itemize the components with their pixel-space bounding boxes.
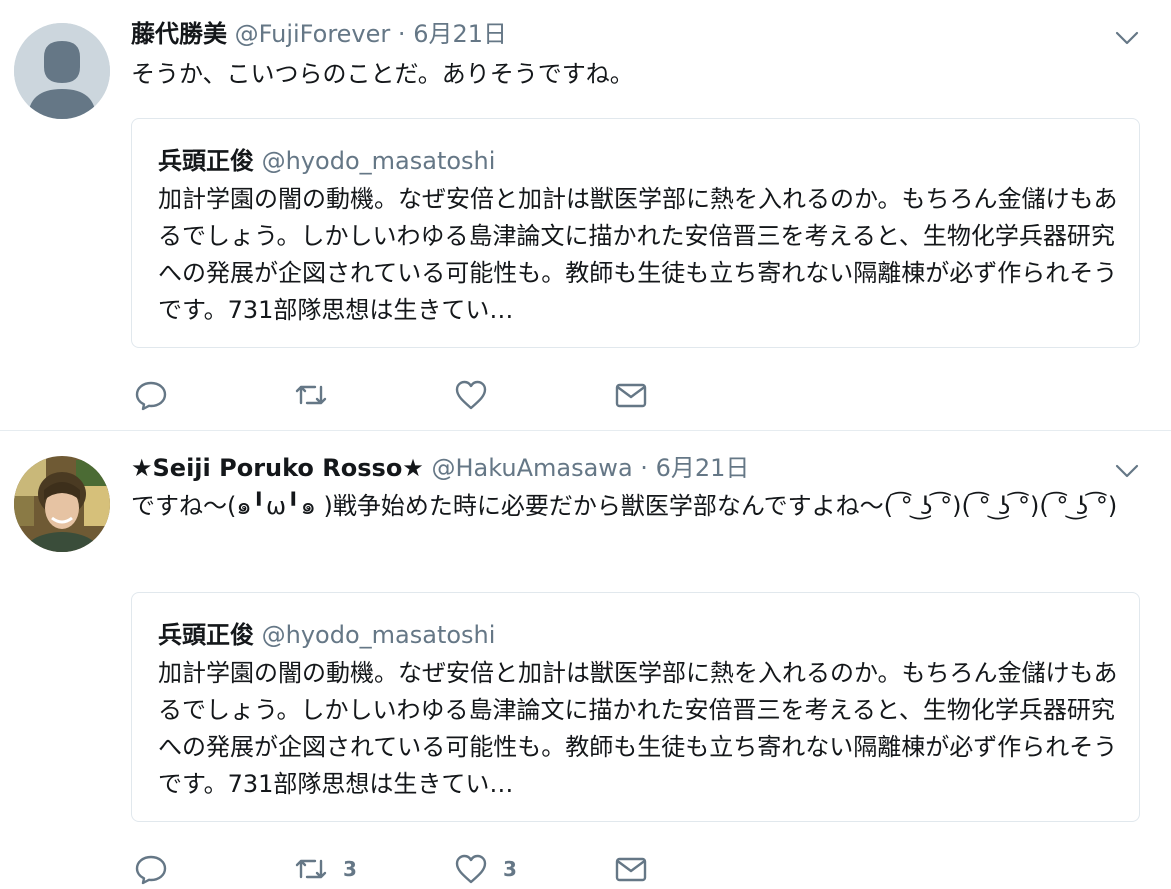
quoted-tweet-text: 加計学園の闇の動機。なぜ安倍と加計は獣医学部に熱を入れるのか。もちろん金儲けもあ… [158, 659, 1118, 798]
avatar[interactable] [14, 23, 110, 119]
default-avatar-icon [14, 23, 110, 119]
quoted-tweet-text: 加計学園の闇の動機。なぜ安倍と加計は獣医学部に熱を入れるのか。もちろん金儲けもあ… [158, 185, 1118, 324]
tweet-menu-button[interactable] [1113, 24, 1141, 52]
chevron-down-icon [1115, 31, 1139, 45]
reply-icon [135, 381, 167, 411]
tweet-date[interactable]: 6月21日 [413, 20, 507, 48]
separator-dot: · [640, 454, 648, 482]
tweet-actions [131, 375, 731, 415]
tweet[interactable]: 藤代勝美 @FujiForever · 6月21日 そうか、こいつらのことだ。あ… [0, 0, 1171, 431]
like-button[interactable]: 3 [453, 849, 517, 889]
direct-message-button[interactable] [613, 375, 649, 415]
tweet-header: ★Seiji Poruko Rosso★ @HakuAmasawa · 6月21… [131, 452, 749, 484]
tweet-text: ですね〜(๑╹ω╹๑ )戦争始めた時に必要だから獣医学部なんですよね〜( ͡° … [131, 492, 1118, 520]
retweet-icon [295, 859, 327, 879]
envelope-icon [615, 857, 647, 882]
tweet-menu-button[interactable] [1113, 457, 1141, 485]
reply-button[interactable] [133, 375, 183, 415]
like-count: 3 [503, 857, 517, 881]
retweet-icon [295, 385, 327, 405]
heart-icon [455, 854, 487, 884]
quoted-tweet-header: 兵頭正俊 @hyodo_masatoshi [158, 617, 495, 653]
direct-message-button[interactable] [613, 849, 649, 889]
quoted-user-handle: @hyodo_masatoshi [261, 147, 496, 175]
quoted-user-name: 兵頭正俊 [158, 621, 254, 649]
retweet-count: 3 [343, 857, 357, 881]
user-handle[interactable]: @FujiForever [235, 20, 391, 48]
avatar[interactable] [14, 456, 110, 552]
user-name[interactable]: 藤代勝美 [131, 20, 227, 48]
retweet-button[interactable]: 3 [293, 849, 357, 889]
reply-icon [135, 855, 167, 885]
tweet-text: そうか、こいつらのことだ。ありそうですね。 [131, 60, 634, 88]
retweet-button[interactable] [293, 375, 343, 415]
user-handle[interactable]: @HakuAmasawa [431, 454, 632, 482]
heart-icon [455, 380, 487, 410]
tweet-actions: 3 3 [131, 849, 731, 889]
envelope-icon [615, 383, 647, 408]
quoted-tweet[interactable]: 兵頭正俊 @hyodo_masatoshi 加計学園の闇の動機。なぜ安倍と加計は… [131, 592, 1140, 822]
quoted-tweet[interactable]: 兵頭正俊 @hyodo_masatoshi 加計学園の闇の動機。なぜ安倍と加計は… [131, 118, 1140, 348]
user-name[interactable]: ★Seiji Poruko Rosso★ [131, 454, 424, 482]
tweet-date[interactable]: 6月21日 [656, 454, 750, 482]
reply-button[interactable] [133, 849, 183, 889]
separator-dot: · [397, 20, 406, 48]
tweet[interactable]: ★Seiji Poruko Rosso★ @HakuAmasawa · 6月21… [0, 431, 1171, 886]
chevron-down-icon [1115, 464, 1139, 478]
quoted-user-handle: @hyodo_masatoshi [261, 621, 496, 649]
like-button[interactable] [453, 375, 503, 415]
tweet-header: 藤代勝美 @FujiForever · 6月21日 [131, 18, 507, 50]
quoted-user-name: 兵頭正俊 [158, 147, 254, 175]
user-photo-avatar [14, 456, 110, 552]
quoted-tweet-header: 兵頭正俊 @hyodo_masatoshi [158, 143, 495, 179]
